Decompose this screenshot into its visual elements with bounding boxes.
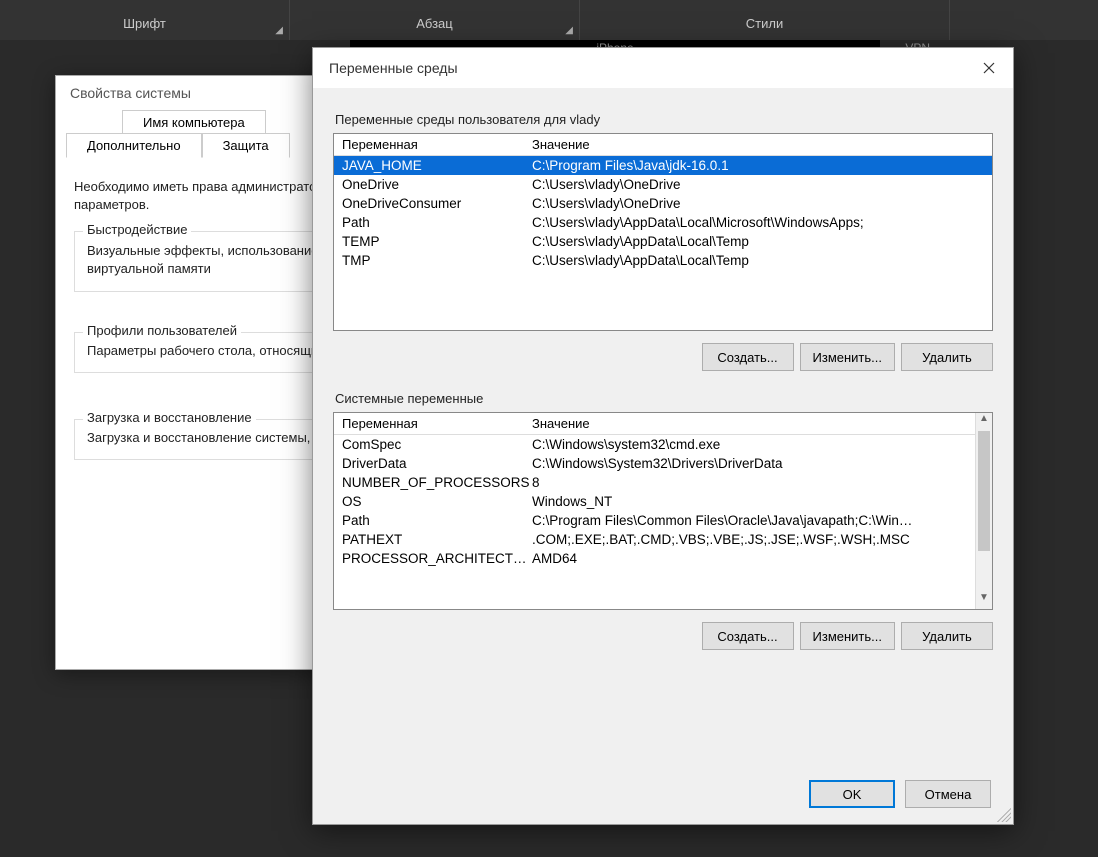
var-value: C:\Program Files\Common Files\Oracle\Jav…: [530, 513, 992, 528]
ribbon-bar: Шрифт ◢ Абзац ◢ Стили: [0, 0, 1098, 40]
delete-system-var-button[interactable]: Удалить: [901, 622, 993, 650]
var-value: C:\Users\vlady\OneDrive: [530, 177, 992, 192]
table-row[interactable]: PROCESSOR_ARCHITECTU...AMD64: [334, 549, 992, 568]
var-name: Path: [334, 215, 530, 230]
var-name: NUMBER_OF_PROCESSORS: [334, 475, 530, 490]
var-name: Path: [334, 513, 530, 528]
var-name: JAVA_HOME: [334, 158, 530, 173]
scroll-down-icon[interactable]: ▼: [976, 592, 992, 609]
var-value: .COM;.EXE;.BAT;.CMD;.VBS;.VBE;.JS;.JSE;.…: [530, 532, 992, 547]
ribbon-group-label: Стили: [746, 16, 783, 31]
listview-header: Переменная Значение: [334, 134, 992, 156]
tab-advanced[interactable]: Дополнительно: [66, 133, 202, 158]
var-name: OneDriveConsumer: [334, 196, 530, 211]
new-user-var-button[interactable]: Создать...: [702, 343, 794, 371]
var-name: DriverData: [334, 456, 530, 471]
tab-computer-name[interactable]: Имя компьютера: [122, 110, 266, 134]
close-icon: [983, 62, 995, 74]
groupbox-legend: Профили пользователей: [83, 323, 241, 338]
table-row[interactable]: OneDriveC:\Users\vlady\OneDrive: [334, 175, 992, 194]
tab-protection[interactable]: Защита: [202, 133, 290, 158]
scroll-up-icon[interactable]: ▲: [976, 413, 992, 430]
system-vars-label: Системные переменные: [335, 391, 993, 406]
var-value: C:\Windows\system32\cmd.exe: [530, 437, 992, 452]
var-value: C:\Users\vlady\AppData\Local\Microsoft\W…: [530, 215, 992, 230]
groupbox-legend: Загрузка и восстановление: [83, 410, 256, 425]
var-value: C:\Users\vlady\AppData\Local\Temp: [530, 253, 992, 268]
var-name: TMP: [334, 253, 530, 268]
table-row[interactable]: OSWindows_NT: [334, 492, 992, 511]
dialog-title: Переменные среды: [329, 60, 458, 76]
column-header-value[interactable]: Значение: [530, 416, 992, 431]
var-value: C:\Windows\System32\Drivers\DriverData: [530, 456, 992, 471]
dialog-titlebar: Переменные среды: [313, 48, 1013, 88]
resize-grip-icon[interactable]: [997, 808, 1011, 822]
column-header-variable[interactable]: Переменная: [334, 416, 530, 431]
table-row[interactable]: PATHEXT.COM;.EXE;.BAT;.CMD;.VBS;.VBE;.JS…: [334, 530, 992, 549]
ribbon-group-font: Шрифт ◢: [0, 0, 290, 40]
var-value: C:\Users\vlady\OneDrive: [530, 196, 992, 211]
scrollbar[interactable]: ▲ ▼: [975, 413, 992, 609]
edit-system-var-button[interactable]: Изменить...: [800, 622, 895, 650]
scroll-thumb[interactable]: [978, 431, 990, 551]
var-name: OS: [334, 494, 530, 509]
var-name: OneDrive: [334, 177, 530, 192]
var-value: 8: [530, 475, 992, 490]
ribbon-group-paragraph: Абзац ◢: [290, 0, 580, 40]
var-name: PROCESSOR_ARCHITECTU...: [334, 551, 530, 566]
dialog-launcher-icon[interactable]: ◢: [275, 25, 283, 36]
table-row[interactable]: PathC:\Users\vlady\AppData\Local\Microso…: [334, 213, 992, 232]
user-vars-label: Переменные среды пользователя для vlady: [335, 112, 993, 127]
column-header-value[interactable]: Значение: [530, 137, 992, 152]
listview-header: Переменная Значение: [334, 413, 992, 435]
table-row[interactable]: PathC:\Program Files\Common Files\Oracle…: [334, 511, 992, 530]
ok-button[interactable]: OK: [809, 780, 895, 808]
var-name: PATHEXT: [334, 532, 530, 547]
user-vars-listview[interactable]: Переменная Значение JAVA_HOMEC:\Program …: [333, 133, 993, 331]
ribbon-group-label: Абзац: [416, 16, 452, 31]
edit-user-var-button[interactable]: Изменить...: [800, 343, 895, 371]
dialog-launcher-icon[interactable]: ◢: [565, 25, 573, 36]
column-header-variable[interactable]: Переменная: [334, 137, 530, 152]
var-name: ComSpec: [334, 437, 530, 452]
var-value: C:\Program Files\Java\jdk-16.0.1: [530, 158, 992, 173]
new-system-var-button[interactable]: Создать...: [702, 622, 794, 650]
table-row[interactable]: NUMBER_OF_PROCESSORS8: [334, 473, 992, 492]
close-button[interactable]: [969, 52, 1009, 84]
system-vars-listview[interactable]: Переменная Значение ComSpecC:\Windows\sy…: [333, 412, 993, 610]
var-value: AMD64: [530, 551, 992, 566]
delete-user-var-button[interactable]: Удалить: [901, 343, 993, 371]
table-row[interactable]: ComSpecC:\Windows\system32\cmd.exe: [334, 435, 992, 454]
ribbon-group-styles: Стили: [580, 0, 950, 40]
environment-variables-dialog: Переменные среды Переменные среды пользо…: [312, 47, 1014, 825]
table-row[interactable]: OneDriveConsumerC:\Users\vlady\OneDrive: [334, 194, 992, 213]
groupbox-legend: Быстродействие: [83, 222, 191, 237]
ribbon-group-label: Шрифт: [123, 16, 166, 31]
table-row[interactable]: DriverDataC:\Windows\System32\Drivers\Dr…: [334, 454, 992, 473]
var-value: Windows_NT: [530, 494, 992, 509]
table-row[interactable]: TMPC:\Users\vlady\AppData\Local\Temp: [334, 251, 992, 270]
table-row[interactable]: JAVA_HOMEC:\Program Files\Java\jdk-16.0.…: [334, 156, 992, 175]
table-row[interactable]: TEMPC:\Users\vlady\AppData\Local\Temp: [334, 232, 992, 251]
cancel-button[interactable]: Отмена: [905, 780, 991, 808]
var-name: TEMP: [334, 234, 530, 249]
var-value: C:\Users\vlady\AppData\Local\Temp: [530, 234, 992, 249]
